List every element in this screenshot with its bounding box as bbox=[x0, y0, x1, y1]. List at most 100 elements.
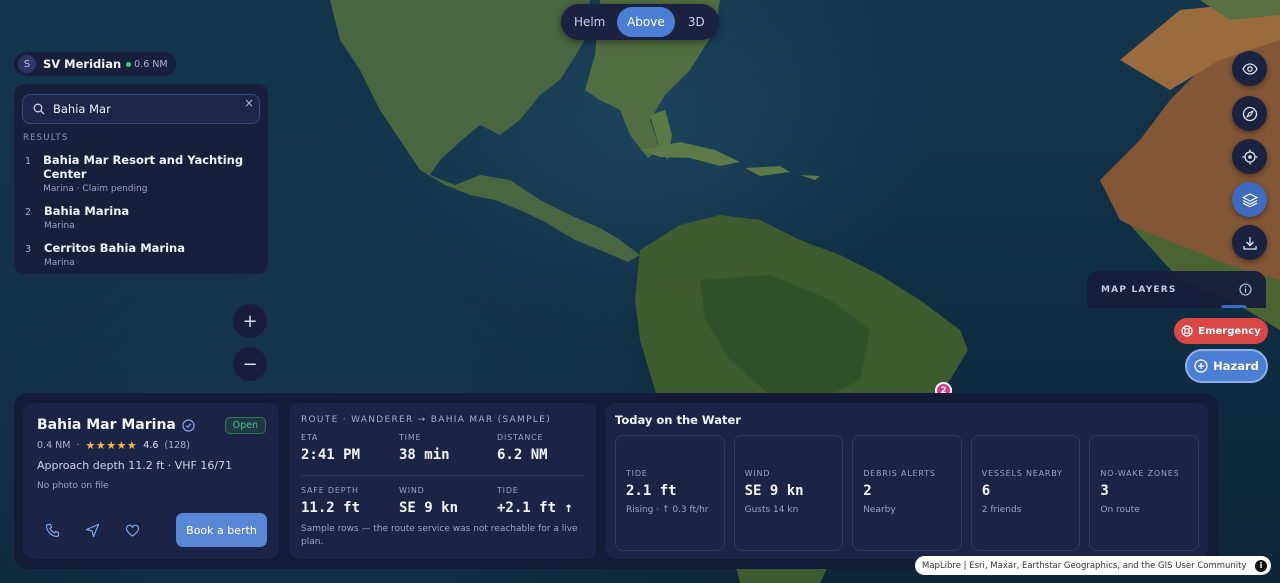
distance-value: 6.2 NM bbox=[497, 447, 548, 463]
route-tide: TIDE +2.1 ft ↑ bbox=[497, 486, 595, 516]
layers-button[interactable] bbox=[1232, 182, 1267, 217]
download-icon bbox=[1242, 236, 1257, 250]
zoom-in-button[interactable]: + bbox=[233, 304, 267, 338]
stat-label: NO-WAKE ZONES bbox=[1100, 469, 1180, 478]
stat-value: SE 9 kn bbox=[744, 483, 804, 499]
verified-icon bbox=[182, 418, 195, 432]
stat-value: 2.1 ft bbox=[626, 483, 677, 499]
tide-value: +2.1 ft ↑ bbox=[497, 500, 573, 516]
marina-distance: 0.4 NM bbox=[37, 440, 71, 451]
stat-label: WIND bbox=[744, 469, 771, 478]
distance-label: DISTANCE bbox=[497, 433, 544, 442]
eta-value: 2:41 PM bbox=[301, 447, 361, 463]
separator-dot: · bbox=[76, 440, 80, 451]
route-distance: DISTANCE 6.2 NM bbox=[497, 433, 595, 463]
today-card: Today on the Water TIDE 2.1 ft Rising · … bbox=[606, 403, 1208, 559]
map-attribution: MapLibre | Esri, Maxar, Earthstar Geogra… bbox=[915, 556, 1271, 575]
zoom-out-button[interactable]: − bbox=[233, 347, 267, 381]
search-result-2[interactable]: 2 Bahia Marina Marina bbox=[22, 204, 260, 231]
tide-label: TIDE bbox=[497, 486, 519, 495]
map-layers-panel[interactable]: MAP LAYERS bbox=[1087, 271, 1266, 308]
phone-icon bbox=[45, 523, 59, 537]
vessel-avatar: S bbox=[18, 55, 36, 73]
time-value: 38 min bbox=[399, 447, 450, 463]
review-count: (128) bbox=[164, 440, 190, 451]
route-wind: WIND SE 9 kn bbox=[399, 486, 497, 516]
stat-sub: Rising · ↑ 0.3 ft/hr bbox=[626, 505, 709, 515]
emergency-button[interactable]: Emergency bbox=[1174, 318, 1268, 344]
stat-label: TIDE bbox=[626, 469, 648, 478]
search-panel: × RESULTS 1 Bahia Mar Resort and Yachtin… bbox=[14, 84, 268, 274]
locate-icon bbox=[1242, 149, 1257, 164]
stat-sub: 2 friends bbox=[981, 505, 1022, 515]
search-result-1[interactable]: 1 Bahia Mar Resort and Yachting Center M… bbox=[22, 153, 260, 194]
book-berth-button[interactable]: Book a berth bbox=[176, 513, 267, 547]
search-icon bbox=[33, 103, 45, 115]
depth-label: SAFE DEPTH bbox=[301, 486, 359, 495]
layers-tab-indicator bbox=[1221, 305, 1247, 308]
lifebuoy-icon bbox=[1181, 325, 1193, 337]
stat-no-wake-zones[interactable]: NO-WAKE ZONES 3 On route bbox=[1089, 435, 1199, 551]
result-subtitle: Marina bbox=[44, 221, 75, 231]
wind-value: SE 9 kn bbox=[399, 500, 459, 516]
stat-sub: On route bbox=[1100, 505, 1140, 515]
result-subtitle: Marina bbox=[44, 258, 75, 268]
stat-label: VESSELS NEARBY bbox=[981, 469, 1063, 478]
route-eta: ETA 2:41 PM bbox=[301, 433, 399, 463]
route-note: Sample rows — the route service was not … bbox=[301, 524, 578, 548]
bottom-tray: Bahia Mar Marina Open 0.4 NM · ★★★★★ 4.6… bbox=[14, 393, 1218, 569]
call-button[interactable] bbox=[37, 515, 67, 545]
compass-button[interactable] bbox=[1232, 96, 1267, 131]
emergency-label: Emergency bbox=[1198, 325, 1261, 337]
status-badge: Open bbox=[224, 417, 266, 434]
depth-value: 11.2 ft bbox=[301, 500, 361, 516]
wind-label: WIND bbox=[399, 486, 425, 495]
view-helm-button[interactable]: Helm bbox=[564, 7, 615, 37]
route-time: TIME 38 min bbox=[399, 433, 497, 463]
stat-value: 6 bbox=[981, 483, 991, 499]
info-icon[interactable] bbox=[1239, 283, 1252, 296]
marina-title: Bahia Mar Marina bbox=[37, 417, 176, 433]
view-above-button[interactable]: Above bbox=[617, 7, 675, 37]
download-button[interactable] bbox=[1232, 225, 1267, 260]
view-mode-toggle: Helm Above 3D bbox=[561, 4, 719, 40]
route-divider bbox=[301, 475, 584, 476]
map-layers-label: MAP LAYERS bbox=[1101, 284, 1177, 295]
stat-wind[interactable]: WIND SE 9 kn Gusts 14 kn bbox=[733, 435, 844, 551]
stat-debris-alerts[interactable]: DEBRIS ALERTS 2 Nearby bbox=[852, 435, 962, 551]
compass-icon bbox=[1242, 106, 1257, 121]
view-3d-button[interactable]: 3D bbox=[677, 7, 716, 37]
favorite-button[interactable] bbox=[117, 515, 147, 545]
vessel-distance: 0.6 NM bbox=[134, 58, 168, 70]
star-rating-icon: ★★★★★ bbox=[85, 439, 138, 452]
vessel-name: SV Meridian bbox=[43, 57, 122, 71]
route-heading: ROUTE · WANDERER → BAHIA MAR (SAMPLE) bbox=[301, 415, 551, 425]
result-title: Cerritos Bahia Marina bbox=[44, 241, 185, 255]
navigation-icon bbox=[85, 523, 99, 537]
photo-note: No photo on file bbox=[37, 481, 109, 491]
time-label: TIME bbox=[399, 433, 422, 442]
search-result-3[interactable]: 3 Cerritos Bahia Marina Marina bbox=[22, 241, 260, 268]
attribution-text: | Esri, Maxar, Earthstar Geographics, an… bbox=[960, 560, 1247, 571]
navigate-button[interactable] bbox=[77, 515, 107, 545]
maplibre-link[interactable]: MapLibre bbox=[922, 561, 961, 571]
marina-actions: Book a berth bbox=[37, 513, 267, 547]
eye-icon bbox=[1241, 62, 1258, 75]
hazard-button[interactable]: Hazard bbox=[1185, 349, 1268, 383]
attribution-info-icon[interactable]: i bbox=[1255, 559, 1267, 572]
search-input[interactable] bbox=[53, 102, 233, 116]
stat-vessels-nearby[interactable]: VESSELS NEARBY 6 2 friends bbox=[970, 435, 1081, 551]
visibility-button[interactable] bbox=[1232, 51, 1267, 86]
stat-tide[interactable]: TIDE 2.1 ft Rising · ↑ 0.3 ft/hr bbox=[615, 435, 725, 551]
vessel-chip[interactable]: S SV Meridian 0.6 NM bbox=[14, 52, 176, 76]
stat-sub: Nearby bbox=[863, 505, 896, 515]
locate-button[interactable] bbox=[1232, 139, 1267, 174]
stat-sub: Gusts 14 kn bbox=[744, 505, 799, 515]
layers-icon bbox=[1241, 192, 1258, 207]
result-number: 2 bbox=[25, 207, 32, 218]
today-heading: Today on the Water bbox=[615, 413, 741, 427]
vessel-status-dot bbox=[126, 61, 132, 67]
clear-search-icon[interactable]: × bbox=[244, 96, 254, 110]
stat-value: 3 bbox=[1100, 483, 1109, 499]
heart-icon bbox=[125, 524, 139, 537]
